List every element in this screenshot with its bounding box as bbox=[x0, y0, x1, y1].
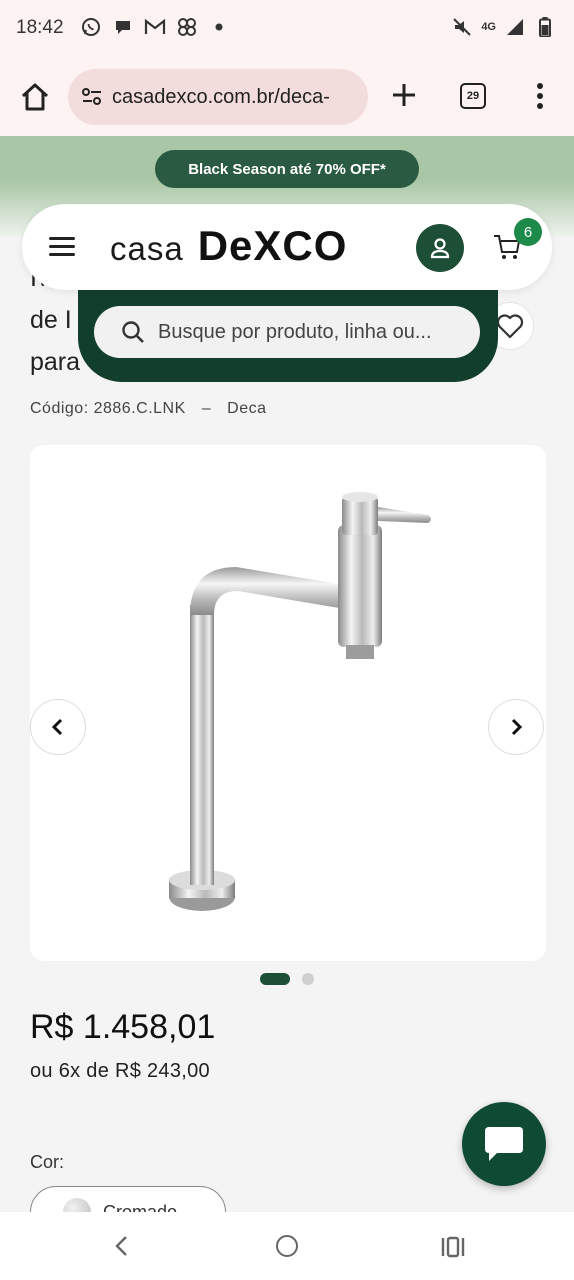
dot-icon bbox=[208, 16, 230, 38]
faucet-product-image bbox=[169, 492, 431, 911]
color-option-cromado[interactable]: Cromado bbox=[30, 1186, 226, 1212]
status-bar: 18:42 4G bbox=[0, 0, 574, 60]
product-price: R$ 1.458,01 bbox=[30, 1008, 216, 1046]
gallery-prev-button[interactable] bbox=[30, 699, 86, 755]
back-chevron-icon bbox=[115, 1236, 127, 1256]
color-option-label: Cromado bbox=[103, 1201, 178, 1213]
hamburger-menu-icon[interactable] bbox=[49, 237, 75, 257]
site-settings-icon[interactable] bbox=[80, 85, 104, 109]
product-meta: Código: 2886.C.LNK – Deca bbox=[30, 400, 267, 418]
system-navigation-bar bbox=[0, 1212, 574, 1280]
user-icon bbox=[430, 238, 450, 259]
promo-banner[interactable]: Black Season até 70% OFF* bbox=[155, 150, 419, 188]
tab-switcher-button[interactable]: 29 bbox=[460, 83, 486, 109]
logo-casa-text: casa bbox=[110, 230, 184, 267]
installments-text: ou 6x de R$ 243,00 bbox=[30, 1060, 210, 1082]
recents-icon bbox=[441, 1236, 465, 1258]
browser-menu-button[interactable] bbox=[528, 80, 552, 112]
pagination-dot[interactable] bbox=[302, 973, 314, 985]
pagination-dot-active[interactable] bbox=[260, 973, 290, 985]
home-button[interactable] bbox=[18, 80, 52, 114]
more-vert-icon bbox=[537, 83, 543, 109]
chat-bubble-icon bbox=[112, 16, 134, 38]
nav-home-button[interactable] bbox=[276, 1235, 298, 1257]
product-title-line-2: de I bbox=[30, 306, 72, 334]
account-button[interactable] bbox=[416, 224, 464, 272]
url-text: casadexco.com.br/deca- bbox=[112, 85, 330, 108]
site-header: casa DeXCO 6 bbox=[22, 204, 552, 290]
color-swatch bbox=[63, 1198, 91, 1212]
chevron-right-icon bbox=[511, 718, 523, 736]
chevron-left-icon bbox=[51, 718, 63, 736]
address-bar[interactable]: casadexco.com.br/deca- bbox=[68, 69, 368, 125]
network-type: 4G bbox=[481, 21, 496, 33]
logo-dexco-text: DeXCO bbox=[197, 222, 348, 269]
product-code: Código: 2886.C.LNK bbox=[30, 400, 186, 417]
gallery-next-button[interactable] bbox=[488, 699, 544, 755]
cart-count-badge: 6 bbox=[514, 218, 542, 246]
search-icon bbox=[122, 321, 144, 343]
meta-separator: – bbox=[201, 400, 212, 417]
search-placeholder: Busque por produto, linha ou... bbox=[158, 320, 432, 343]
product-gallery bbox=[30, 445, 546, 961]
color-label: Cor: bbox=[30, 1152, 65, 1172]
nav-recents-button[interactable] bbox=[440, 1236, 466, 1258]
product-title-line-3: para bbox=[30, 348, 81, 376]
system-icons: 4G bbox=[451, 16, 556, 38]
nav-back-button[interactable] bbox=[110, 1234, 134, 1258]
product-brand: Deca bbox=[227, 400, 267, 417]
casa-dexco-logo[interactable]: casa DeXCO bbox=[110, 222, 347, 272]
whatsapp-icon bbox=[80, 16, 102, 38]
gmail-icon bbox=[144, 16, 166, 38]
notification-icons bbox=[80, 16, 230, 38]
plus-icon bbox=[393, 84, 415, 106]
web-page: Black Season até 70% OFF* I\ de I para c… bbox=[0, 136, 574, 1212]
battery-icon bbox=[534, 16, 556, 38]
search-input[interactable]: Busque por produto, linha ou... bbox=[94, 306, 480, 358]
new-tab-button[interactable] bbox=[389, 80, 419, 110]
signal-icon bbox=[504, 16, 526, 38]
gallery-pagination bbox=[260, 973, 314, 985]
home-icon bbox=[21, 83, 49, 111]
pinwheel-icon bbox=[176, 16, 198, 38]
mute-icon bbox=[451, 16, 473, 38]
chat-icon bbox=[485, 1127, 523, 1161]
heart-icon bbox=[496, 314, 524, 339]
chat-button[interactable] bbox=[462, 1102, 546, 1186]
browser-toolbar: casadexco.com.br/deca- 29 bbox=[0, 60, 574, 136]
status-time: 18:42 bbox=[16, 17, 64, 38]
search-panel: Busque por produto, linha ou... bbox=[78, 286, 498, 382]
